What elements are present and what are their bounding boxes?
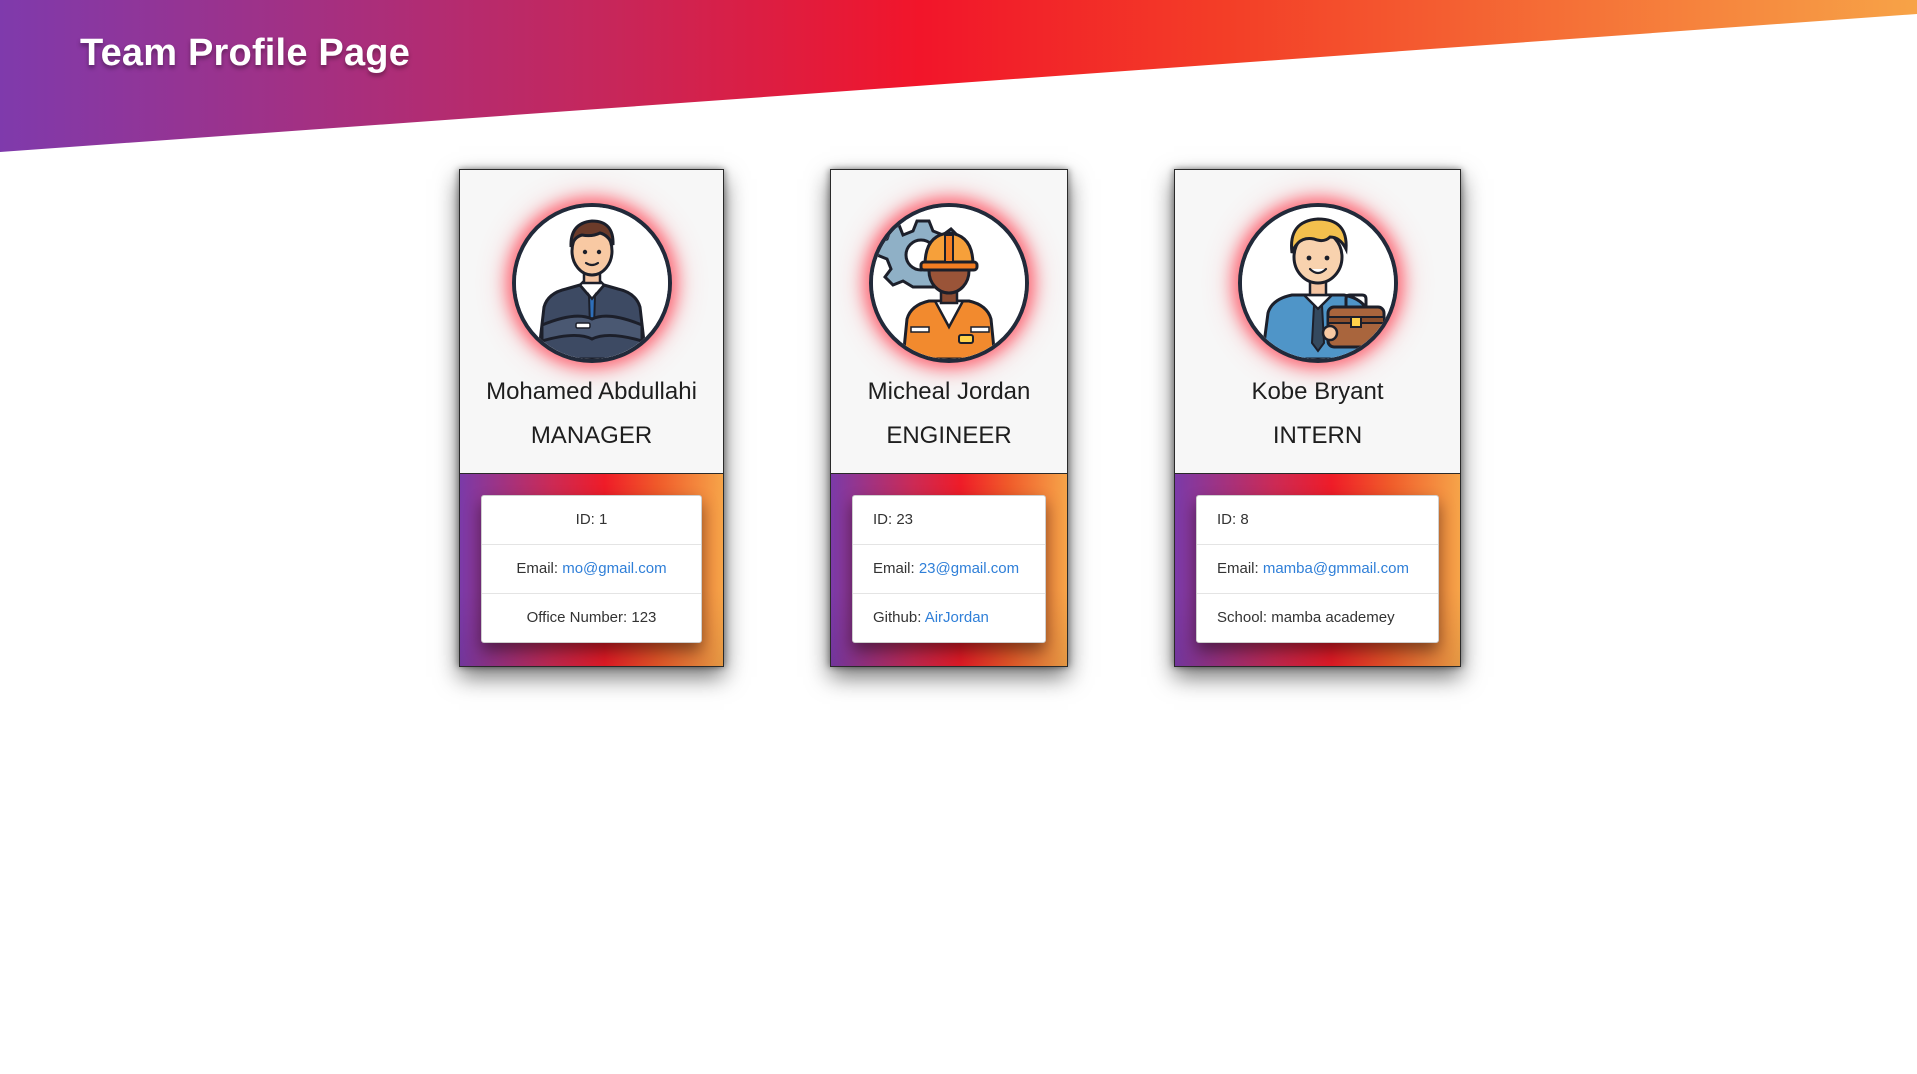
- id-label: ID:: [575, 511, 599, 528]
- id-value: 1: [599, 511, 608, 528]
- intern-avatar-icon: [1237, 203, 1398, 363]
- id-row: ID: 8: [1197, 496, 1438, 545]
- email-row: Email: mamba@gmmail.com: [1197, 545, 1438, 594]
- email-link[interactable]: mo@gmail.com: [562, 560, 666, 577]
- github-row: Github: AirJordan: [853, 594, 1045, 642]
- github-link[interactable]: AirJordan: [925, 609, 989, 626]
- employee-name: Kobe Bryant: [1251, 378, 1384, 405]
- card-header: Micheal Jordan ENGINEER: [831, 170, 1067, 474]
- email-label: Email:: [516, 560, 563, 577]
- engineer-avatar-icon: [869, 203, 1029, 363]
- school-row: School: mamba academey: [1197, 594, 1438, 642]
- card-details: ID: 1 Email: mo@gmail.com Office Number:…: [460, 474, 723, 666]
- employee-role: ENGINEER: [886, 422, 1012, 449]
- employee-role: MANAGER: [530, 422, 653, 449]
- header-banner: [0, 0, 1917, 152]
- employee-name: Micheal Jordan: [867, 378, 1031, 405]
- id-row: ID: 1: [482, 496, 701, 545]
- employee-name: Mohamed Abdullahi: [486, 378, 697, 405]
- github-label: Github:: [873, 609, 925, 626]
- card-details: ID: 8 Email: mamba@gmmail.com School: ma…: [1175, 474, 1460, 666]
- school-value: mamba academey: [1271, 609, 1395, 626]
- id-value: 8: [1240, 511, 1249, 528]
- employee-role: INTERN: [1272, 422, 1363, 449]
- card-header: Mohamed Abdullahi MANAGER: [460, 170, 723, 474]
- details-list: ID: 23 Email: 23@gmail.com Github: AirJo…: [852, 495, 1046, 643]
- id-value: 23: [896, 511, 914, 528]
- employee-cards: Mohamed Abdullahi MANAGER ID: 1 Email: m…: [0, 169, 1917, 669]
- details-list: ID: 1 Email: mo@gmail.com Office Number:…: [481, 495, 702, 643]
- email-row: Email: mo@gmail.com: [482, 545, 701, 594]
- manager-avatar-icon: [511, 203, 672, 363]
- employee-card-engineer: Micheal Jordan ENGINEER ID: 23 Email: 23…: [830, 169, 1068, 667]
- id-label: ID:: [1217, 511, 1241, 528]
- card-details: ID: 23 Email: 23@gmail.com Github: AirJo…: [831, 474, 1067, 666]
- id-row: ID: 23: [853, 496, 1045, 545]
- office-number-value: 123: [631, 609, 657, 626]
- details-list: ID: 8 Email: mamba@gmmail.com School: ma…: [1196, 495, 1439, 643]
- employee-card-manager: Mohamed Abdullahi MANAGER ID: 1 Email: m…: [459, 169, 724, 667]
- email-link[interactable]: 23@gmail.com: [919, 560, 1019, 577]
- page-title: Team Profile Page: [80, 32, 411, 74]
- office-number-row: Office Number: 123: [482, 594, 701, 642]
- id-label: ID:: [873, 511, 897, 528]
- email-link[interactable]: mamba@gmmail.com: [1263, 560, 1409, 577]
- employee-card-intern: Kobe Bryant INTERN ID: 8 Email: mamba@gm…: [1174, 169, 1461, 667]
- card-header: Kobe Bryant INTERN: [1175, 170, 1460, 474]
- email-label: Email:: [873, 560, 919, 577]
- email-label: Email:: [1217, 560, 1263, 577]
- page: Team Profile Page Mohamed Abdullahi MANA…: [0, 0, 1917, 1074]
- office-number-label: Office Number:: [526, 609, 632, 626]
- school-label: School:: [1217, 609, 1272, 626]
- email-row: Email: 23@gmail.com: [853, 545, 1045, 594]
